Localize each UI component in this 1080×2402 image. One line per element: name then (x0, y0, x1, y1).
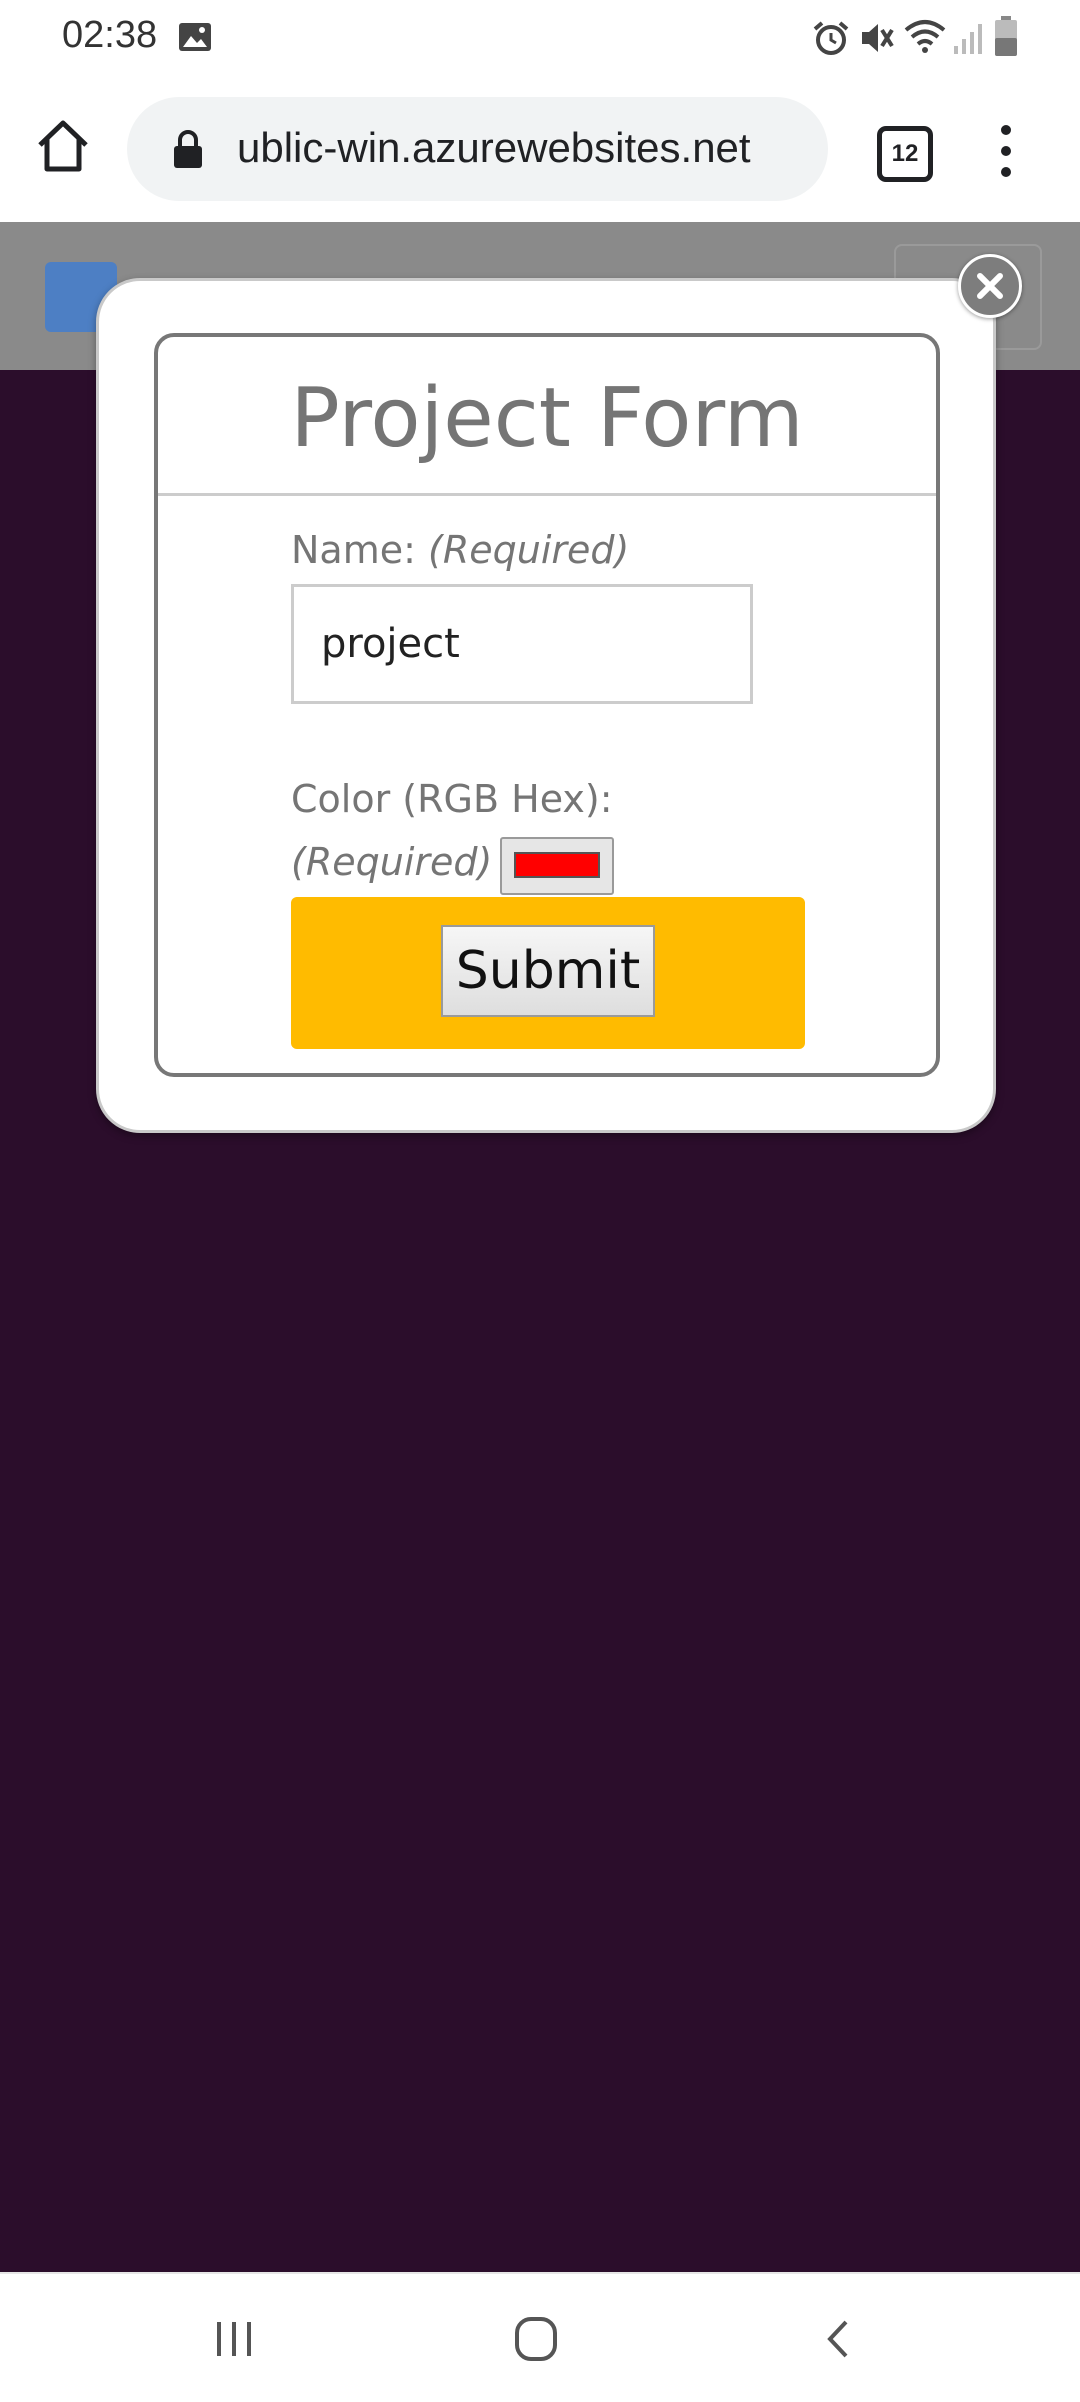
url-bar[interactable]: ublic-win.azurewebsites.net (127, 97, 828, 201)
nav-bar (0, 2272, 1080, 2402)
name-input[interactable] (291, 584, 753, 704)
color-picker[interactable] (500, 837, 614, 895)
lock-icon (174, 130, 202, 168)
tab-count: 12 (891, 140, 919, 167)
project-form: Project Form Name: (Required) Color (RGB… (154, 333, 940, 1077)
submit-button[interactable]: Submit (441, 925, 655, 1017)
form-title: Project Form (290, 371, 804, 466)
submit-area: Submit (291, 897, 805, 1049)
browser-toolbar: ublic-win.azurewebsites.net 12 (0, 76, 1080, 222)
wifi-icon (904, 20, 946, 53)
battery-icon (995, 16, 1017, 56)
recents-icon[interactable] (213, 2318, 255, 2360)
alarm-icon (813, 21, 849, 55)
home-circle-icon[interactable] (514, 2316, 558, 2362)
name-label: Name: (291, 528, 416, 572)
close-button[interactable] (958, 254, 1022, 318)
home-icon[interactable] (34, 117, 92, 175)
status-time: 02:38 (62, 14, 158, 56)
tabs-button[interactable]: 12 (877, 126, 933, 182)
signal-icon (954, 24, 982, 54)
color-required: (Required) (291, 840, 493, 884)
close-icon (977, 273, 1003, 299)
mute-icon (862, 24, 894, 52)
more-vert-icon[interactable] (996, 123, 1016, 179)
name-label-row: Name: (Required) (291, 528, 629, 572)
back-icon[interactable] (822, 2318, 852, 2360)
status-bar: 02:38 (0, 0, 1080, 76)
color-swatch (514, 852, 600, 878)
url-text: ublic-win.azurewebsites.net (237, 124, 751, 171)
color-label: Color (RGB Hex): (291, 777, 613, 821)
name-required: (Required) (428, 528, 630, 572)
form-divider (158, 493, 936, 496)
image-icon (179, 23, 211, 51)
